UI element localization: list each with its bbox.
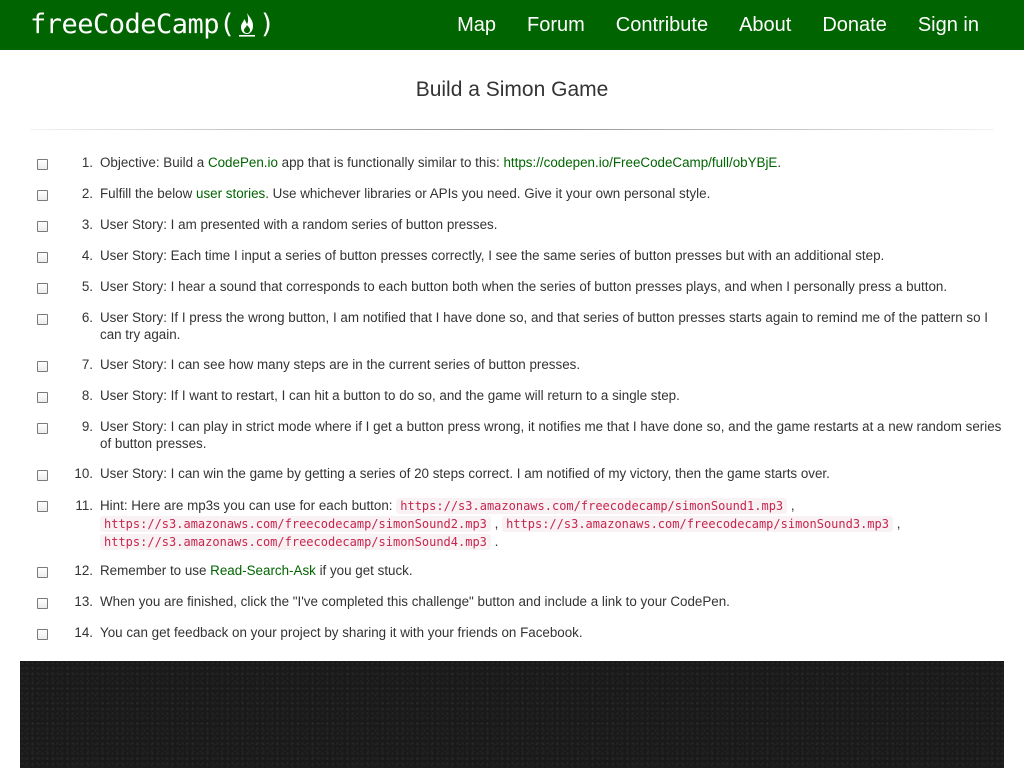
step-number: 5. xyxy=(81,279,93,294)
step-number: 4. xyxy=(81,248,93,263)
title-divider xyxy=(30,129,994,130)
user-stories-link[interactable]: user stories xyxy=(196,186,265,201)
sound-url-3: https://s3.amazonaws.com/freecodecamp/si… xyxy=(502,516,893,532)
step-number: 2. xyxy=(81,186,93,201)
step-text: Remember to use Read-Search-Ask if you g… xyxy=(100,563,1005,580)
nav-about-link[interactable]: About xyxy=(739,14,791,37)
freecodecamp-logo[interactable]: freeCodeCamp( ) xyxy=(30,4,275,44)
step-checkbox[interactable] xyxy=(37,598,48,609)
step-text-part: Remember to use xyxy=(100,563,211,578)
step-number: 7. xyxy=(81,357,93,372)
nav-donate-link[interactable]: Donate xyxy=(822,14,887,37)
brand-name-after: ) xyxy=(258,8,275,40)
step-text: You can get feedback on your project by … xyxy=(100,625,583,640)
step-checkbox[interactable] xyxy=(37,159,48,170)
step-checkbox[interactable] xyxy=(37,423,48,434)
step-checkbox[interactable] xyxy=(37,252,48,263)
step-checkbox[interactable] xyxy=(37,567,48,578)
step-text: User Story: I can see how many steps are… xyxy=(100,357,581,372)
sound-url-4: https://s3.amazonaws.com/freecodecamp/si… xyxy=(100,534,491,550)
read-search-ask-link[interactable]: Read-Search-Ask xyxy=(210,563,316,578)
sound-url-1: https://s3.amazonaws.com/freecodecamp/si… xyxy=(396,498,788,514)
step-text-part: . Use whichever libraries or APIs you ne… xyxy=(265,186,711,201)
step-number: 13. xyxy=(74,594,93,609)
step-number: 9. xyxy=(81,419,93,434)
step-checkbox[interactable] xyxy=(37,190,48,201)
step-text-part: . xyxy=(777,155,782,170)
step-number: 14. xyxy=(74,625,93,640)
separator: . xyxy=(490,534,499,549)
step-number: 6. xyxy=(81,310,93,325)
step-text: Objective: Build a CodePen.io app that i… xyxy=(100,155,1005,172)
step-text-part: Hint: Here are mp3s you can use for each… xyxy=(100,498,397,513)
sound-url-2: https://s3.amazonaws.com/freecodecamp/si… xyxy=(100,516,491,532)
step-text: User Story: If I want to restart, I can … xyxy=(100,388,680,403)
step-text: User Story: Each time I input a series o… xyxy=(100,248,885,263)
nav-signin-link[interactable]: Sign in xyxy=(918,14,979,37)
step-checkbox[interactable] xyxy=(37,283,48,294)
separator: , xyxy=(787,498,795,513)
step-checkbox[interactable] xyxy=(37,392,48,403)
step-number: 12. xyxy=(74,563,93,578)
example-app-link[interactable]: https://codepen.io/FreeCodeCamp/full/obY… xyxy=(503,155,777,170)
top-navbar: freeCodeCamp( ) Map Forum Contribute Abo… xyxy=(0,0,1024,50)
step-text: Fulfill the below user stories. Use whic… xyxy=(100,186,1005,203)
step-checkbox[interactable] xyxy=(37,314,48,325)
step-number: 1. xyxy=(81,155,93,170)
step-text-part: app that is functionally similar to this… xyxy=(277,155,504,170)
separator: , xyxy=(892,516,901,531)
step-text-part: Objective: Build a xyxy=(100,155,208,170)
codepen-link[interactable]: CodePen.io xyxy=(208,155,278,170)
step-checkbox[interactable] xyxy=(37,629,48,640)
step-text: Hint: Here are mp3s you can use for each… xyxy=(100,497,1005,551)
step-checkbox[interactable] xyxy=(37,221,48,232)
step-text: User Story: If I press the wrong button,… xyxy=(100,310,988,342)
brand-name-before: freeCodeCamp( xyxy=(30,8,235,40)
step-text: When you are finished, click the "I've c… xyxy=(100,594,730,609)
nav-map-link[interactable]: Map xyxy=(457,14,496,37)
step-text: User Story: I can win the game by gettin… xyxy=(100,466,830,481)
step-text-part: Fulfill the below xyxy=(100,186,197,201)
step-number: 8. xyxy=(81,388,93,403)
page-title: Build a Simon Game xyxy=(415,78,609,101)
step-checkbox[interactable] xyxy=(37,470,48,481)
step-text: User Story: I can play in strict mode wh… xyxy=(100,419,1002,451)
step-checkbox[interactable] xyxy=(37,501,48,512)
step-number: 11. xyxy=(75,498,93,513)
nav-forum-link[interactable]: Forum xyxy=(527,14,585,37)
step-text: User Story: I am presented with a random… xyxy=(100,217,498,232)
step-text-part: if you get stuck. xyxy=(315,563,413,578)
step-checkbox[interactable] xyxy=(37,361,48,372)
step-text: User Story: I hear a sound that correspo… xyxy=(100,279,948,294)
flame-icon xyxy=(238,13,255,37)
separator: , xyxy=(490,516,503,531)
step-number: 10. xyxy=(74,466,93,481)
dark-footer-panel xyxy=(20,661,1004,768)
nav-contribute-link[interactable]: Contribute xyxy=(616,14,708,37)
step-number: 3. xyxy=(81,217,93,232)
nav-links: Map Forum Contribute About Donate Sign i… xyxy=(426,0,979,50)
